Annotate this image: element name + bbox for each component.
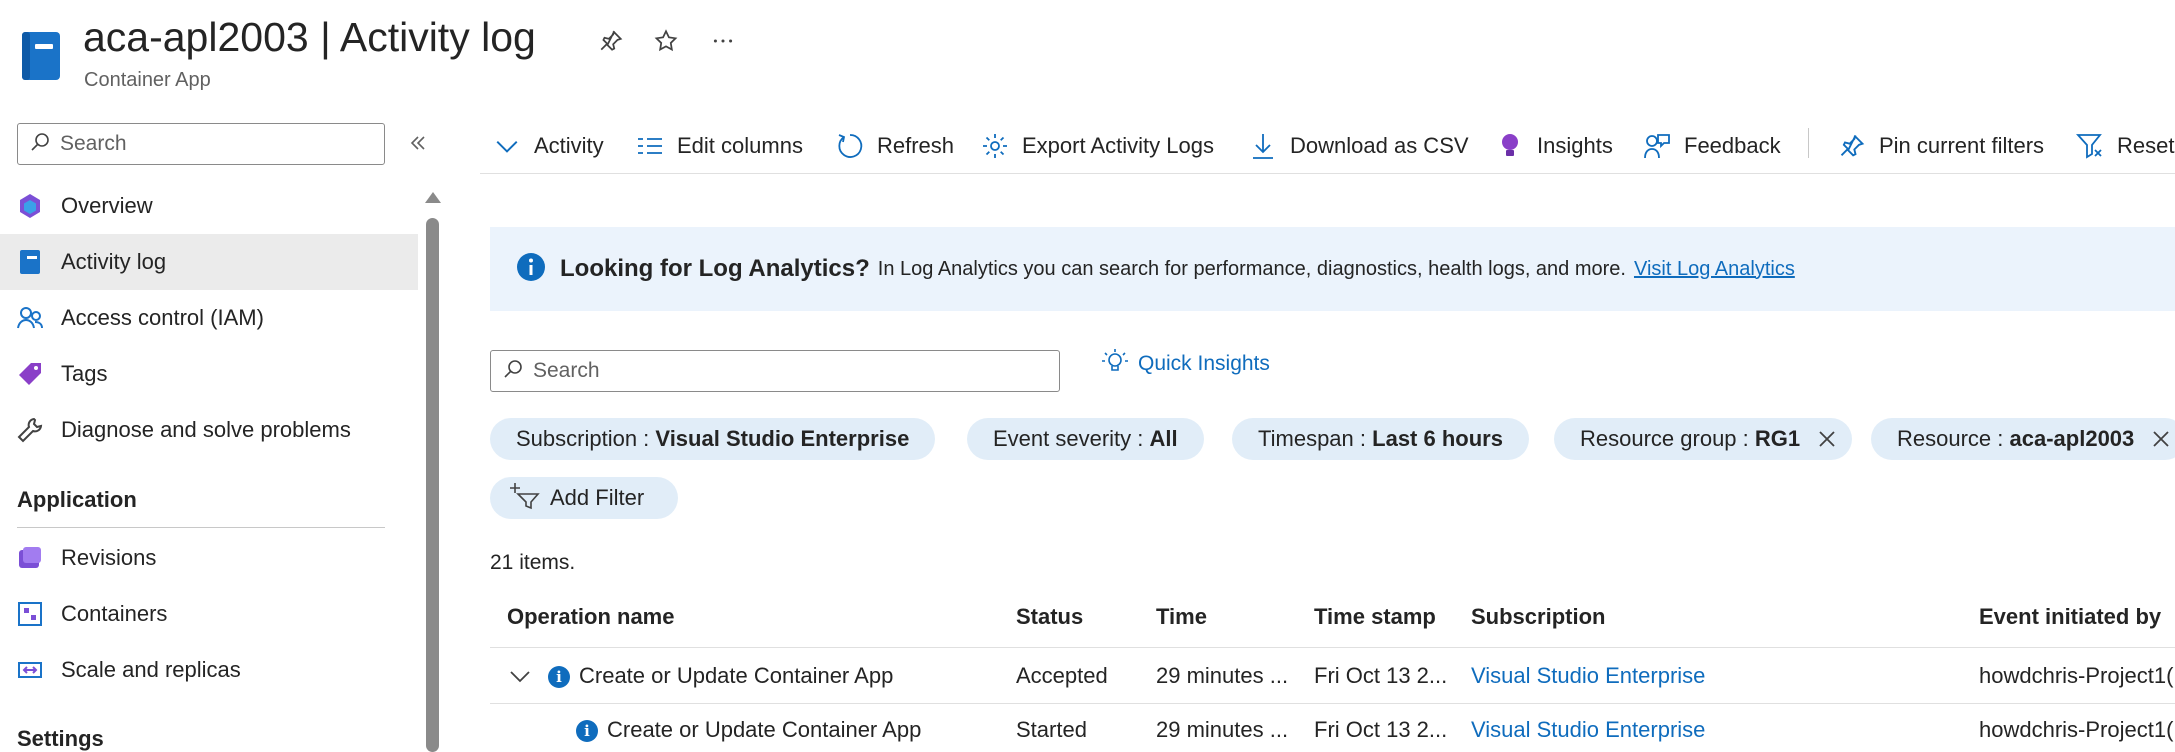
- table-row-timestamp: Fri Oct 13 2...: [1314, 663, 1448, 688]
- sidebar-search[interactable]: [17, 123, 385, 165]
- feedback-icon: [1642, 131, 1672, 161]
- insights-button[interactable]: Insights: [1495, 128, 1613, 164]
- containers-icon: [16, 600, 44, 628]
- table-divider: [490, 703, 2175, 704]
- sidebar-section-settings: Settings: [17, 726, 104, 751]
- table-row-subscription-link[interactable]: Visual Studio Enterprise: [1471, 717, 1705, 743]
- wrench-icon: [16, 416, 44, 444]
- filter-pill-resource-group[interactable]: Resource group : RG1: [1554, 418, 1853, 460]
- filter-pill-resource[interactable]: Resource : aca-apl2003: [1871, 418, 2175, 460]
- sidebar-item-iam[interactable]: Access control (IAM): [0, 290, 418, 346]
- search-icon: [30, 132, 50, 157]
- download-icon: [1248, 131, 1278, 161]
- page-header: aca-apl2003 | Activity log Container App: [0, 0, 2175, 112]
- column-header-timestamp[interactable]: Time stamp: [1314, 604, 1436, 630]
- column-header-operation[interactable]: Operation name: [507, 604, 674, 630]
- column-header-initiated-by[interactable]: Event initiated by: [1979, 604, 2161, 630]
- command-bar: Activity Edit columns Refresh Export Act…: [480, 118, 2175, 174]
- table-row-operation[interactable]: Create or Update Container App: [579, 663, 893, 689]
- activity-log-icon: [16, 248, 44, 276]
- sidebar-item-activity-log[interactable]: Activity log: [0, 234, 418, 290]
- filter-pill-timespan[interactable]: Timespan : Last 6 hours: [1232, 418, 1529, 460]
- feedback-button[interactable]: Feedback: [1642, 128, 1781, 164]
- activity-search[interactable]: [490, 350, 1060, 392]
- column-header-subscription[interactable]: Subscription: [1471, 604, 1605, 630]
- info-icon: [516, 252, 546, 287]
- search-icon: [503, 359, 523, 384]
- pin-icon: [1837, 131, 1867, 161]
- banner-text: In Log Analytics you can search for perf…: [877, 257, 1626, 280]
- sidebar-search-input[interactable]: [60, 132, 360, 156]
- reset-filters-button[interactable]: Reset: [2075, 128, 2174, 164]
- revisions-icon: [16, 544, 44, 572]
- pin-filters-button[interactable]: Pin current filters: [1837, 128, 2044, 164]
- activity-button[interactable]: Activity: [492, 128, 604, 164]
- info-icon: i: [548, 666, 570, 688]
- scroll-up-arrow-icon[interactable]: [425, 192, 441, 203]
- add-filter-button[interactable]: Add Filter: [490, 477, 678, 519]
- container-app-icon: [20, 30, 62, 82]
- table-row-subscription-link[interactable]: Visual Studio Enterprise: [1471, 663, 1705, 689]
- quick-insights-link[interactable]: Quick Insights: [1100, 346, 1270, 382]
- activity-search-input[interactable]: [533, 359, 1033, 383]
- table-divider: [490, 647, 2175, 648]
- people-icon: [16, 304, 44, 332]
- filter-pill-subscription[interactable]: Subscription : Visual Studio Enterprise: [490, 418, 936, 460]
- refresh-icon: [835, 131, 865, 161]
- chevron-down-icon: [492, 131, 522, 161]
- log-analytics-banner: Looking for Log Analytics? In Log Analyt…: [490, 227, 2175, 311]
- sidebar-item-tags[interactable]: Tags: [0, 346, 418, 402]
- page-subtitle: Container App: [84, 69, 211, 91]
- sidebar-item-diagnose[interactable]: Diagnose and solve problems: [0, 402, 418, 458]
- sidebar-item-containers[interactable]: Containers: [0, 586, 418, 642]
- collapse-sidebar-icon[interactable]: [405, 130, 431, 156]
- lightbulb-outline-icon: [1100, 347, 1130, 382]
- page-title: aca-apl2003 | Activity log: [83, 14, 536, 60]
- table-row-status: Started: [1016, 717, 1087, 742]
- close-icon[interactable]: [2150, 428, 2172, 450]
- sidebar-item-revisions[interactable]: Revisions: [0, 530, 418, 586]
- info-icon: i: [576, 720, 598, 742]
- pin-icon[interactable]: [596, 26, 626, 56]
- sidebar-section-application: Application: [17, 487, 137, 512]
- table-row-initiated-by: howdchris-Project1(: [1979, 717, 2174, 742]
- column-header-time[interactable]: Time: [1156, 604, 1207, 630]
- table-row-status: Accepted: [1016, 663, 1108, 688]
- edit-columns-button[interactable]: Edit columns: [635, 128, 803, 164]
- table-row-time: 29 minutes ...: [1156, 663, 1289, 688]
- filter-pill-event-severity[interactable]: Event severity : All: [967, 418, 1204, 460]
- visit-log-analytics-link[interactable]: Visit Log Analytics: [1634, 258, 1795, 281]
- lightbulb-icon: [1495, 131, 1525, 161]
- gear-icon: [980, 131, 1010, 161]
- filter-reset-icon: [2075, 131, 2105, 161]
- chevron-down-icon[interactable]: [508, 664, 532, 688]
- table-row-operation[interactable]: Create or Update Container App: [607, 717, 921, 743]
- star-icon[interactable]: [651, 26, 681, 56]
- item-count: 21 items.: [490, 551, 576, 574]
- close-icon[interactable]: [1816, 428, 1838, 450]
- column-header-status[interactable]: Status: [1016, 604, 1083, 630]
- refresh-button[interactable]: Refresh: [835, 128, 954, 164]
- tag-icon: [16, 360, 44, 388]
- table-row-timestamp: Fri Oct 13 2...: [1314, 717, 1448, 742]
- more-icon[interactable]: [708, 26, 738, 56]
- columns-icon: [635, 131, 665, 161]
- sidebar-scroll-thumb[interactable]: [426, 218, 439, 752]
- scale-icon: [16, 656, 44, 684]
- add-filter-icon: [508, 482, 540, 515]
- sidebar-divider: [17, 527, 385, 528]
- table-row-initiated-by: howdchris-Project1(: [1979, 663, 2174, 688]
- banner-heading: Looking for Log Analytics?: [560, 255, 870, 282]
- sidebar-item-scale[interactable]: Scale and replicas: [0, 642, 418, 698]
- sidebar-item-overview[interactable]: Overview: [0, 178, 418, 234]
- table-row-time: 29 minutes ...: [1156, 717, 1289, 742]
- toolbar-separator: [1808, 128, 1809, 158]
- overview-icon: [16, 192, 44, 220]
- download-csv-button[interactable]: Download as CSV: [1248, 128, 1469, 164]
- export-activity-logs-button[interactable]: Export Activity Logs: [980, 128, 1214, 164]
